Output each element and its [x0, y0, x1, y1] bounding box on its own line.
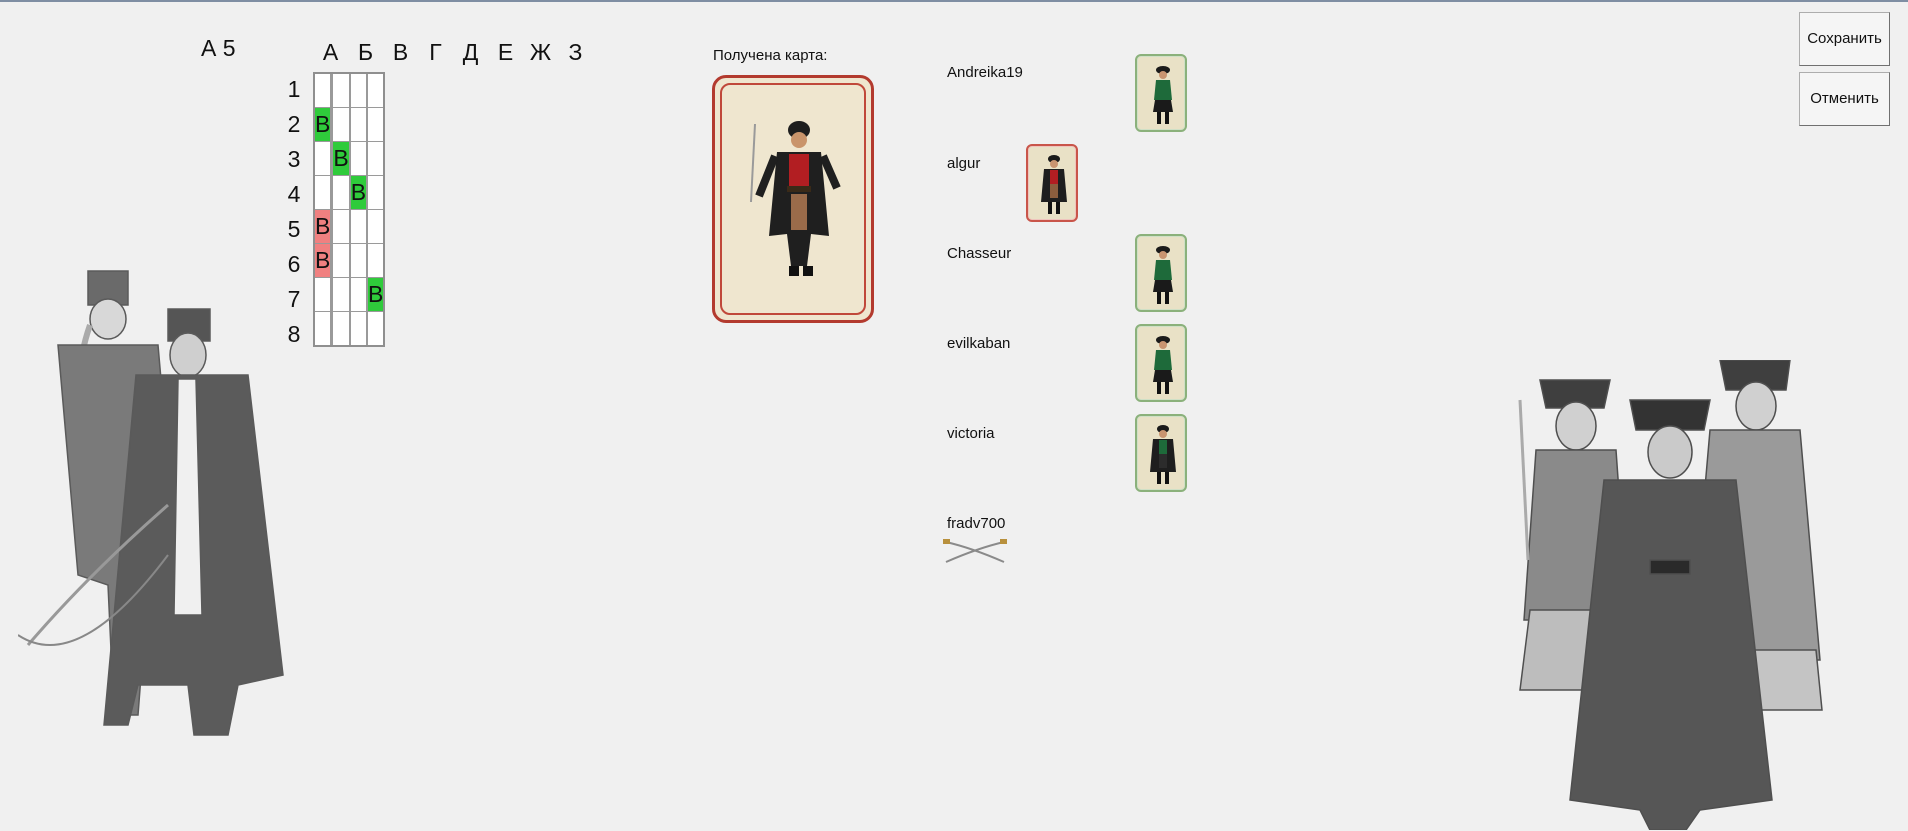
coordinate-label: А 5: [201, 35, 236, 61]
board-cell[interactable]: В: [313, 209, 332, 244]
board-cell[interactable]: [367, 243, 385, 278]
board-cell[interactable]: [349, 72, 368, 108]
board-cell[interactable]: [367, 311, 385, 347]
save-button[interactable]: Сохранить: [1799, 12, 1890, 66]
player-name: fradv700: [947, 515, 1006, 532]
pirate-captain-card-icon: [1150, 425, 1176, 484]
board-cell[interactable]: [332, 243, 350, 278]
row-header: 1: [287, 76, 301, 102]
column-headers: А Б В Г Д Е Ж З: [313, 36, 593, 68]
column-header: Г: [429, 39, 442, 65]
pirate-lady-card-icon: [1153, 246, 1173, 304]
board-grid: ВВВВВВ: [313, 72, 386, 347]
received-card-label: Получена карта:: [713, 47, 828, 64]
player-name: algur: [947, 155, 981, 172]
board-cell[interactable]: [367, 72, 385, 108]
board-row: В: [313, 107, 385, 142]
pirates-sketch-illustration: [1518, 360, 1823, 830]
board-cell[interactable]: [332, 175, 350, 210]
board-row: В: [313, 175, 385, 210]
player-card: [1026, 144, 1078, 222]
row-header: 2: [287, 111, 301, 137]
column-header: А: [322, 39, 339, 65]
board-cell[interactable]: [367, 107, 385, 142]
board-row: [313, 311, 385, 347]
board-cell[interactable]: [332, 311, 350, 347]
board-row: В: [313, 243, 385, 278]
column-header: Б: [357, 39, 374, 65]
crossed-sabers-icon: [943, 539, 1007, 563]
pirate-captain-card-icon: [1041, 155, 1067, 214]
board-cell[interactable]: [349, 243, 368, 278]
received-card: [712, 75, 874, 323]
board-cell[interactable]: [349, 209, 368, 244]
player-name: evilkaban: [947, 335, 1011, 352]
pirate-captain-card-icon: [750, 121, 841, 276]
board-row: В: [313, 141, 385, 176]
hussars-sketch-illustration: [18, 270, 284, 736]
board-cell[interactable]: [367, 175, 385, 210]
board-cell[interactable]: [349, 107, 368, 142]
board-cell[interactable]: [313, 311, 332, 347]
board-cell[interactable]: [367, 209, 385, 244]
board-cell[interactable]: [349, 141, 368, 176]
window-top-border: [0, 0, 1908, 2]
board-cell[interactable]: [313, 277, 332, 312]
row-header: 5: [287, 216, 301, 242]
pirate-lady-card-icon: [1153, 336, 1173, 394]
board-cell[interactable]: [313, 175, 332, 210]
player-name: victoria: [947, 425, 995, 442]
player-name: Andreika19: [947, 64, 1023, 81]
board-cell[interactable]: [313, 72, 332, 108]
board-cell[interactable]: [367, 141, 385, 176]
player-name: Chasseur: [947, 245, 1012, 262]
board-cell[interactable]: [349, 277, 368, 312]
column-header: З: [568, 39, 583, 65]
board-cell[interactable]: [313, 141, 332, 176]
player-card: [1135, 234, 1187, 312]
column-header: Ж: [529, 39, 552, 65]
board-cell[interactable]: [332, 107, 350, 142]
cancel-button[interactable]: Отменить: [1799, 72, 1890, 126]
board-cell[interactable]: [349, 311, 368, 347]
board-row: В: [313, 277, 385, 312]
board-cell[interactable]: [332, 209, 350, 244]
board-cell[interactable]: В: [367, 277, 385, 312]
board-cell[interactable]: [332, 72, 350, 108]
row-header: 3: [287, 146, 301, 172]
board-cell[interactable]: [332, 277, 350, 312]
board-row: В: [313, 209, 385, 244]
column-header: Д: [462, 39, 479, 65]
board-cell[interactable]: В: [313, 243, 332, 278]
column-header: В: [392, 39, 409, 65]
board-cell[interactable]: В: [313, 107, 332, 142]
pirate-lady-card-icon: [1153, 66, 1173, 124]
board-row: [313, 72, 385, 108]
board-cell[interactable]: В: [349, 175, 368, 210]
player-card: [1135, 54, 1187, 132]
column-header: Е: [497, 39, 514, 65]
row-header: 4: [287, 181, 301, 207]
player-card: [1135, 414, 1187, 492]
board-cell[interactable]: В: [332, 141, 350, 176]
player-card: [1135, 324, 1187, 402]
